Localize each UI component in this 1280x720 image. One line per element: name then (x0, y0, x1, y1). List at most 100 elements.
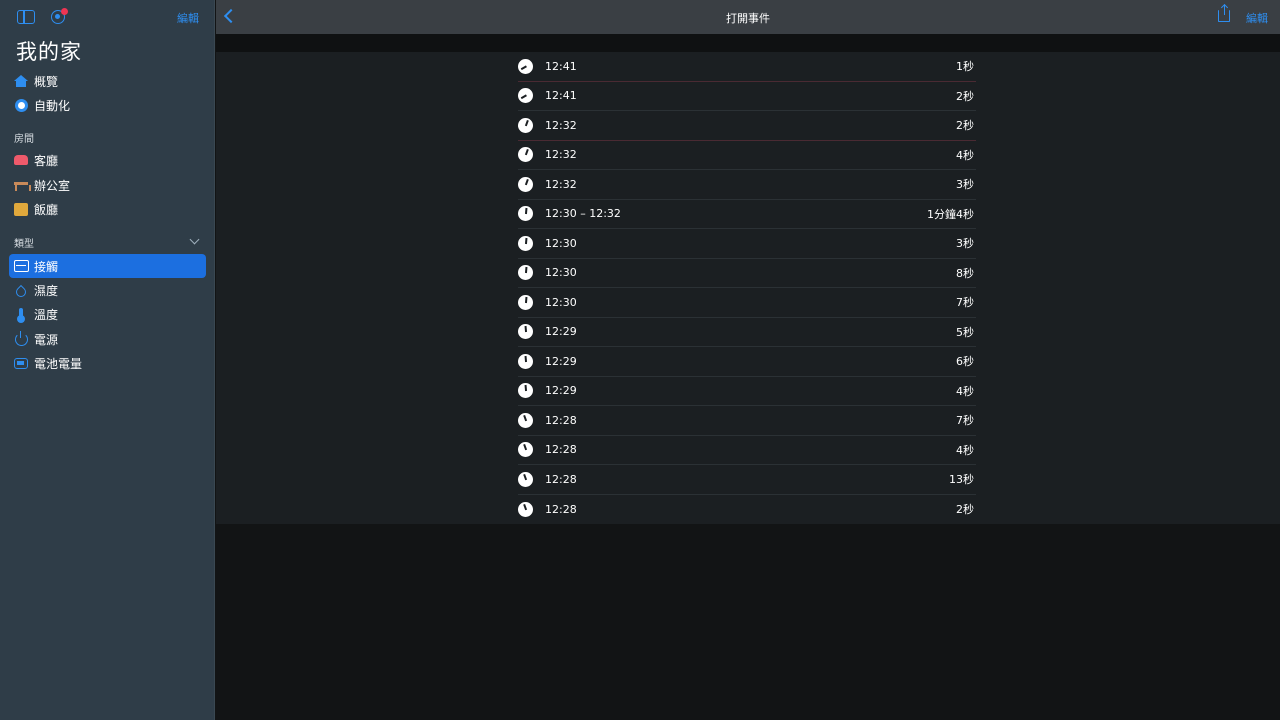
sidebar-item-office[interactable]: 辦公室 (9, 173, 206, 197)
humidity-icon (13, 282, 29, 299)
clock-icon (518, 147, 533, 163)
page-title: 打開事件 (726, 12, 770, 25)
event-row[interactable]: 12:28 4秒 (518, 436, 976, 465)
event-row[interactable]: 12:32 4秒 (518, 141, 976, 170)
clock-icon (518, 206, 533, 222)
event-time: 12:30 – 12:32 (545, 207, 621, 221)
edit-button[interactable]: 編輯 (1246, 10, 1268, 26)
event-duration: 1秒 (956, 60, 974, 74)
events-list: 12:41 1秒 12:41 2秒 12:32 2秒 12:32 4秒 12:3… (216, 52, 1280, 524)
types-heading: 類型 (14, 239, 34, 250)
share-icon[interactable] (1218, 5, 1230, 22)
home-title: 我的家 (16, 40, 82, 64)
clock-icon (518, 176, 533, 192)
clock-icon (518, 471, 533, 487)
sidebar-item-label: 濕度 (34, 283, 59, 298)
event-time: 12:29 (545, 325, 577, 339)
event-duration: 3秒 (956, 237, 974, 251)
event-duration: 4秒 (956, 443, 974, 457)
event-time: 12:41 (545, 59, 577, 73)
home-app: 編輯 我的家 概覽 自動化 房間 客廳 辦公室 飯廳 類型 接觸 濕度 溫度 電… (0, 0, 1280, 720)
sidebar-item-living-room[interactable]: 客廳 (9, 148, 206, 172)
sidebar-item-battery[interactable]: 電池電量 (9, 351, 206, 375)
sidebar-item-contact[interactable]: 接觸 (9, 254, 206, 278)
home-icon (13, 73, 29, 89)
event-time: 12:28 (545, 413, 577, 427)
event-time: 12:32 (545, 148, 577, 162)
thermometer-icon (13, 306, 29, 323)
sidebar-item-dining-room[interactable]: 飯廳 (9, 197, 206, 221)
event-time: 12:29 (545, 354, 577, 368)
chevron-down-icon[interactable] (189, 234, 200, 245)
sidebar-item-automation[interactable]: 自動化 (9, 93, 206, 117)
event-row[interactable]: 12:29 4秒 (518, 377, 976, 406)
clock-icon (518, 117, 533, 133)
navbar: 打開事件 編輯 (216, 0, 1280, 34)
clock-icon (518, 88, 533, 104)
event-row[interactable]: 12:32 2秒 (518, 111, 976, 141)
event-row[interactable]: 12:30 – 12:32 1分鐘4秒 (518, 200, 976, 229)
event-time: 12:41 (545, 89, 577, 103)
event-row[interactable]: 12:32 3秒 (518, 170, 976, 200)
battery-icon (13, 355, 29, 371)
event-time: 12:30 (545, 295, 577, 309)
clock-icon (518, 353, 533, 369)
event-time: 12:28 (545, 472, 577, 486)
event-duration: 7秒 (956, 414, 974, 428)
notification-badge (61, 8, 68, 15)
sidebar-edit-button[interactable]: 編輯 (177, 10, 199, 26)
event-duration: 8秒 (956, 266, 974, 280)
sidebar-toolbar: 編輯 (0, 0, 215, 34)
event-row[interactable]: 12:28 13秒 (518, 465, 976, 495)
event-row[interactable]: 12:28 2秒 (518, 495, 976, 525)
event-row[interactable]: 12:30 7秒 (518, 288, 976, 318)
sidebar-item-label: 飯廳 (34, 202, 59, 217)
sofa-icon (13, 152, 29, 168)
event-row[interactable]: 12:41 2秒 (518, 82, 976, 111)
sidebar-item-label: 電池電量 (34, 356, 83, 371)
event-duration: 3秒 (956, 178, 974, 192)
contact-sensor-icon (13, 258, 29, 274)
event-duration: 5秒 (956, 325, 974, 339)
event-duration: 4秒 (956, 148, 974, 162)
event-row[interactable]: 12:29 6秒 (518, 347, 976, 377)
power-icon (13, 330, 29, 347)
event-time: 12:28 (545, 502, 577, 516)
clock-icon (518, 58, 533, 74)
event-row[interactable]: 12:41 1秒 (518, 52, 976, 82)
sidebar-item-power[interactable]: 電源 (9, 327, 206, 351)
event-duration: 2秒 (956, 89, 974, 103)
sidebar-item-humidity[interactable]: 濕度 (9, 278, 206, 302)
sidebar-item-overview[interactable]: 概覽 (9, 69, 206, 93)
clock-icon (518, 442, 533, 458)
event-time: 12:30 (545, 266, 577, 280)
event-duration: 1分鐘4秒 (927, 207, 974, 221)
event-duration: 2秒 (956, 503, 974, 517)
clock-icon (518, 294, 533, 310)
clock-icon (518, 324, 533, 340)
sidebar-item-temperature[interactable]: 溫度 (9, 302, 206, 326)
event-row[interactable]: 12:30 8秒 (518, 259, 976, 288)
sidebar-item-label: 自動化 (34, 98, 71, 113)
sidebar-toggle-icon[interactable] (17, 10, 35, 24)
clock-icon (518, 412, 533, 428)
event-row[interactable]: 12:28 7秒 (518, 406, 976, 436)
event-duration: 4秒 (956, 384, 974, 398)
event-row[interactable]: 12:29 5秒 (518, 318, 976, 347)
rooms-heading: 房間 (14, 134, 34, 145)
desk-icon (13, 177, 31, 193)
sidebar-item-label: 客廳 (34, 153, 59, 168)
dining-icon (13, 201, 29, 217)
event-duration: 2秒 (956, 119, 974, 133)
event-time: 12:29 (545, 384, 577, 398)
event-duration: 13秒 (949, 473, 974, 487)
clock-icon (518, 383, 533, 399)
event-time: 12:28 (545, 443, 577, 457)
sidebar-item-label: 辦公室 (34, 178, 71, 193)
sidebar-item-label: 溫度 (34, 307, 59, 322)
event-duration: 7秒 (956, 296, 974, 310)
event-row[interactable]: 12:30 3秒 (518, 229, 976, 259)
clock-icon (518, 265, 533, 281)
main-content: 打開事件 編輯 12:41 1秒 12:41 2秒 12:32 2秒 12:32… (216, 0, 1280, 720)
event-time: 12:32 (545, 118, 577, 132)
